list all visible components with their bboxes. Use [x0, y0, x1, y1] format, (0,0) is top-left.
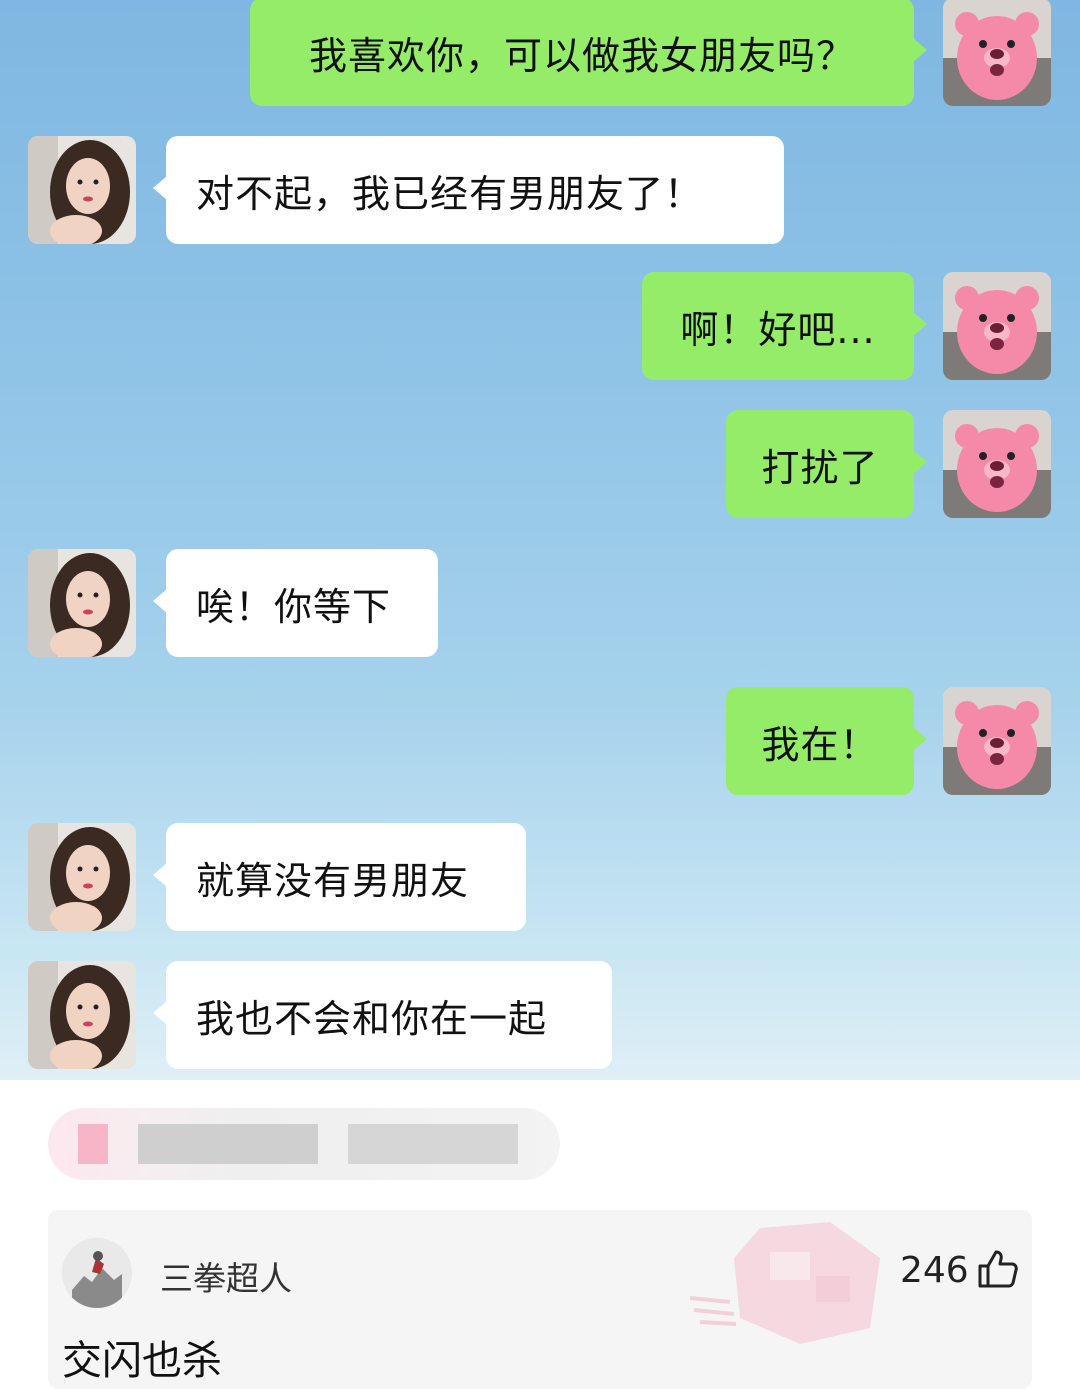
message-bubble-received: 唉！你等下	[153, 549, 438, 657]
chat-screenshot: 我喜欢你，可以做我女朋友吗？ 对不起，我已经有男朋友了！ 啊！好吧... 打扰了…	[0, 0, 1080, 1080]
thumbs-up-icon[interactable]	[976, 1246, 1020, 1290]
pink-beaver-avatar	[943, 272, 1051, 380]
pink-beaver-avatar	[943, 410, 1051, 518]
comment-text: 交闪也杀	[62, 1338, 222, 1384]
pixelated-caption	[48, 1108, 560, 1180]
message-bubble-received: 我也不会和你在一起	[153, 961, 612, 1069]
commenter-name[interactable]: 三拳超人	[160, 1252, 292, 1300]
message-bubble-sent: 打扰了	[726, 410, 927, 518]
message-bubble-received: 就算没有男朋友	[153, 823, 526, 931]
watermark-logo	[690, 1222, 880, 1344]
pink-beaver-avatar	[943, 0, 1051, 106]
message-bubble-received: 对不起，我已经有男朋友了！	[153, 136, 784, 244]
like-count: 246	[900, 1250, 969, 1291]
pink-beaver-avatar	[943, 687, 1051, 795]
message-bubble-sent: 我喜欢你，可以做我女朋友吗？	[250, 0, 927, 106]
girl-avatar	[28, 961, 136, 1069]
commenter-avatar[interactable]	[62, 1238, 132, 1308]
girl-avatar	[28, 136, 136, 244]
message-bubble-sent: 啊！好吧...	[642, 272, 927, 380]
message-bubble-sent: 我在！	[726, 687, 927, 795]
girl-avatar	[28, 823, 136, 931]
girl-avatar	[28, 549, 136, 657]
